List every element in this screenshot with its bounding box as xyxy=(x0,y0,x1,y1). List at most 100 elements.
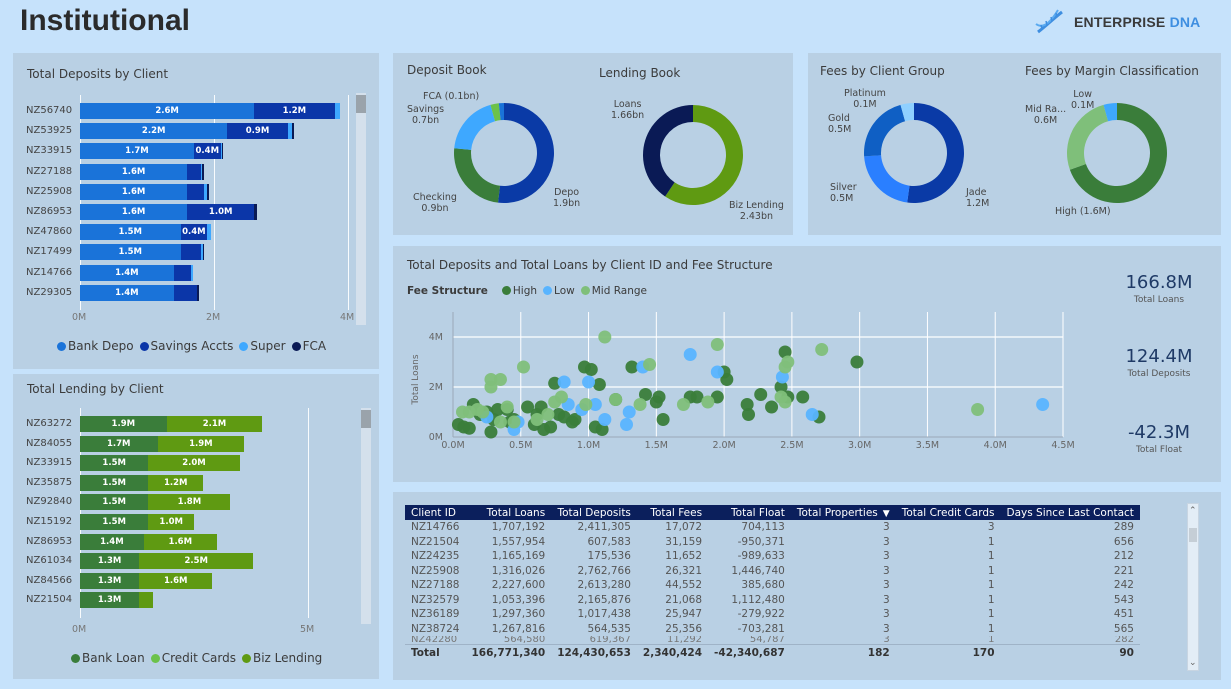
bar-segment-fca[interactable] xyxy=(202,244,204,261)
bar-segment-bank-depo[interactable]: 1.5M xyxy=(80,224,181,241)
scatter-point-low[interactable] xyxy=(1036,398,1050,411)
bar-segment-savings[interactable]: 0.4M xyxy=(193,143,221,160)
table-scrollbar-thumb[interactable] xyxy=(1189,528,1197,542)
bar-segment-biz-lending[interactable] xyxy=(139,592,153,609)
scatter-point-mid-range[interactable] xyxy=(554,390,568,404)
lending-scrollbar-thumb[interactable] xyxy=(361,410,371,428)
bar-segment-biz-lending[interactable]: 1.8M xyxy=(148,494,231,511)
bar-segment-savings[interactable] xyxy=(187,163,201,180)
scatter-point-high[interactable] xyxy=(742,408,756,421)
donut-slice-silver[interactable] xyxy=(864,155,910,203)
scatter-point-mid-range[interactable] xyxy=(579,398,593,411)
scatter-point-high[interactable] xyxy=(544,420,558,434)
bar-segment-biz-lending[interactable]: 2.5M xyxy=(139,553,254,570)
bar-row[interactable]: 2.2M 0.9M xyxy=(80,123,295,140)
scatter-point-high[interactable] xyxy=(584,363,598,376)
bar-row[interactable]: 1.6M xyxy=(80,163,204,180)
bar-row[interactable]: 1.5M xyxy=(80,244,204,261)
bar-row[interactable]: 2.6M 1.2M xyxy=(80,103,340,119)
donut-slice-gold[interactable] xyxy=(864,104,906,157)
bar-row[interactable]: 1.6M xyxy=(80,183,209,200)
legend-item-savings-accts[interactable]: Savings Accts xyxy=(139,339,233,353)
scatter-point-low[interactable] xyxy=(622,405,636,419)
bar-segment-bank-depo[interactable]: 2.2M xyxy=(80,123,228,140)
donut-slice-loans[interactable] xyxy=(643,105,693,197)
bar-row[interactable]: 1.5M 1.8M xyxy=(80,494,231,511)
table-scrollbar[interactable]: ⌃ ⌄ xyxy=(1187,503,1199,671)
bar-segment-bank-loan[interactable]: 1.5M xyxy=(80,474,149,491)
column-header-days-since-last-contact[interactable]: Days Since Last Contact xyxy=(1000,505,1140,520)
table-row[interactable]: NZ32579 1,053,396 2,165,876 21,068 1,112,480… xyxy=(405,593,1140,608)
bar-segment-biz-lending[interactable]: 1.0M xyxy=(148,514,194,530)
table-row[interactable]: NZ24235 1,165,169 175,536 11,652 -989,633 3 1 2… xyxy=(405,549,1140,564)
legend-item-bank-depo[interactable]: Bank Depo xyxy=(57,339,134,353)
scatter-point-mid-range[interactable] xyxy=(516,360,530,374)
bar-segment-fca[interactable] xyxy=(291,123,295,140)
bar-segment-savings[interactable]: 0.4M xyxy=(180,224,208,241)
scatter-point-mid-range[interactable] xyxy=(500,400,514,414)
sort-descending-icon[interactable]: ▼ xyxy=(883,509,890,519)
scatter-point-mid-range[interactable] xyxy=(493,373,507,386)
scatter-point-mid-range[interactable] xyxy=(598,330,612,344)
scatter-point-low[interactable] xyxy=(557,375,571,389)
bar-row[interactable]: 1.5M 1.2M xyxy=(80,474,204,491)
bar-segment-biz-lending[interactable]: 1.6M xyxy=(143,533,217,550)
scatter-point-low[interactable] xyxy=(710,365,724,379)
bar-segment-biz-lending[interactable]: 1.2M xyxy=(148,474,204,491)
bar-segment-fca[interactable] xyxy=(197,284,199,301)
scroll-up-icon[interactable]: ⌃ xyxy=(1189,506,1197,516)
scatter-point-low[interactable] xyxy=(683,348,697,361)
bar-segment-bank-loan[interactable]: 1.5M xyxy=(80,455,149,472)
deposits-scrollbar-thumb[interactable] xyxy=(356,95,366,113)
bar-segment-bank-depo[interactable]: 1.5M xyxy=(80,244,181,261)
legend-item-bank-loan[interactable]: Bank Loan xyxy=(71,651,145,665)
scatter-point-low[interactable] xyxy=(598,413,612,426)
scatter-point-mid-range[interactable] xyxy=(633,398,647,411)
legend-item-credit-cards[interactable]: Credit Cards xyxy=(150,651,236,665)
donut-slice-checking[interactable] xyxy=(454,148,501,203)
bar-segment-fca[interactable] xyxy=(254,204,257,220)
scatter-point-mid-range[interactable] xyxy=(701,395,715,409)
bar-segment-super[interactable] xyxy=(334,103,340,119)
bar-row[interactable]: 1.7M 1.9M xyxy=(80,435,245,452)
bar-segment-fca[interactable] xyxy=(201,163,204,180)
bar-row[interactable]: 1.9M 2.1M xyxy=(80,416,263,432)
bar-row[interactable]: 1.7M 0.4M xyxy=(80,143,224,160)
donut-slice-depo[interactable] xyxy=(498,103,554,203)
bar-segment-bank-depo[interactable]: 1.4M xyxy=(80,284,174,301)
scatter-point-mid-range[interactable] xyxy=(609,393,623,406)
column-header-total-loans[interactable]: Total Loans xyxy=(465,505,552,520)
scatter-point-mid-range[interactable] xyxy=(778,395,792,409)
bar-segment-savings[interactable]: 1.2M xyxy=(254,103,335,119)
bar-segment-savings[interactable] xyxy=(187,183,204,200)
scatter-point-mid-range[interactable] xyxy=(493,415,507,429)
bar-row[interactable]: 1.5M 1.0M xyxy=(80,514,194,530)
donut-slice-savings[interactable] xyxy=(454,104,496,150)
scatter-point-mid-range[interactable] xyxy=(710,338,724,351)
bar-segment-savings[interactable] xyxy=(180,244,201,261)
donut-slice-mid-range[interactable] xyxy=(1067,104,1109,170)
scatter-point-mid-range[interactable] xyxy=(476,405,490,419)
column-header-total-float[interactable]: Total Float xyxy=(708,505,791,520)
scatter-point-mid-range[interactable] xyxy=(676,398,690,411)
bar-segment-fca[interactable] xyxy=(207,183,209,200)
legend-item-super[interactable]: Super xyxy=(239,339,286,353)
scatter-point-high[interactable] xyxy=(796,390,810,404)
legend-item-fca[interactable]: FCA xyxy=(291,339,326,353)
table-row[interactable]: NZ36189 1,297,360 1,017,438 25,947 -279,922 3… xyxy=(405,607,1140,622)
scatter-point-mid-range[interactable] xyxy=(541,408,555,421)
scatter-point-high[interactable] xyxy=(765,400,779,414)
bar-row[interactable]: 1.6M 1.0M xyxy=(80,204,257,220)
donut-slice-jade[interactable] xyxy=(907,103,964,203)
bar-segment-bank-depo[interactable]: 1.4M xyxy=(80,264,174,281)
scatter-point-high[interactable] xyxy=(484,425,498,439)
column-header-total-properties[interactable]: Total Properties ▼ xyxy=(790,505,896,520)
scatter-point-low[interactable] xyxy=(620,418,634,431)
bar-segment-biz-lending[interactable]: 2.0M xyxy=(148,455,240,472)
bar-segment-biz-lending[interactable]: 1.6M xyxy=(139,572,213,589)
bar-segment-savings[interactable] xyxy=(173,264,191,281)
scatter-point-high[interactable] xyxy=(649,395,663,409)
bar-segment-bank-loan[interactable]: 1.3M xyxy=(80,553,140,570)
bar-segment-bank-loan[interactable]: 1.7M xyxy=(80,435,158,452)
table-row[interactable]: NZ25908 1,316,026 2,762,766 26,321 1,446,740… xyxy=(405,564,1140,579)
